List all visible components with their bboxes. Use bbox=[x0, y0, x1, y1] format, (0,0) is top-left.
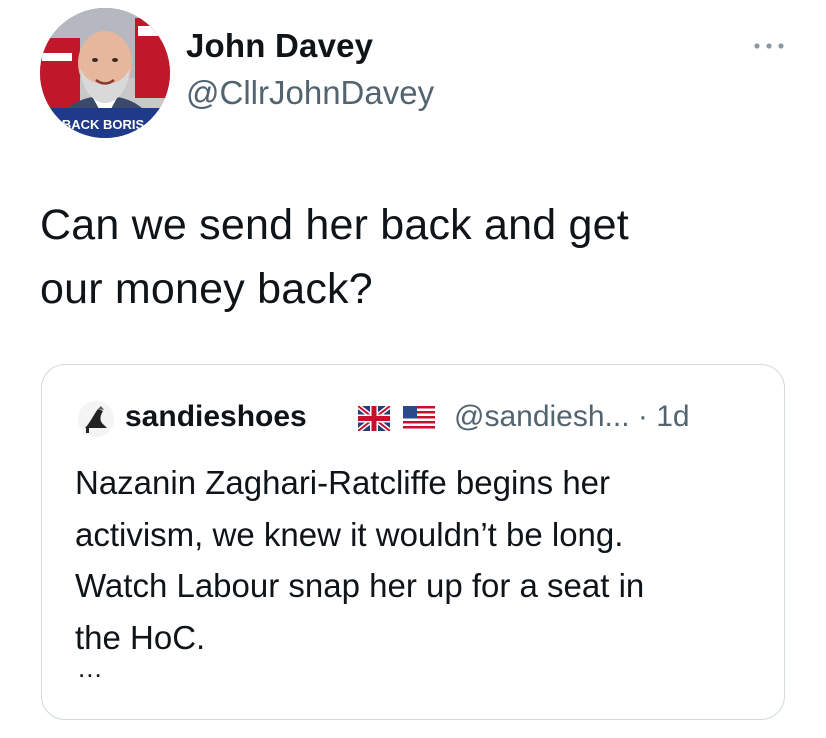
us-flag-icon bbox=[403, 406, 435, 431]
author-display-name[interactable]: John Davey bbox=[186, 27, 373, 65]
author-avatar[interactable]: BACK BORIS bbox=[40, 8, 170, 138]
quoted-tweet-text: Nazanin Zaghari-Ratcliffe begins her act… bbox=[75, 457, 765, 663]
quoted-tweet-text-line-4: the HoC. bbox=[75, 618, 206, 656]
quoted-tweet-card[interactable]: sandieshoes @sandiesh... · 1d Nazanin Za… bbox=[41, 364, 785, 720]
quoted-author-handle-and-time[interactable]: @sandiesh... · 1d bbox=[454, 400, 690, 434]
more-options-icon[interactable] bbox=[751, 38, 787, 54]
tweet-text-line-2: our money back? bbox=[40, 265, 373, 313]
avatar-badge-text: BACK BORIS bbox=[62, 117, 145, 132]
tweet-text-line-1: Can we send her back and get bbox=[40, 201, 629, 249]
quoted-tweet-text-line-3: Watch Labour snap her up for a seat in bbox=[75, 567, 645, 604]
tweet-text: Can we send her back and get our money b… bbox=[40, 193, 780, 321]
author-handle[interactable]: @CllrJohnDavey bbox=[186, 74, 434, 112]
quoted-tweet-text-line-2: activism, we knew it wouldn’t be long. bbox=[75, 515, 624, 553]
quoted-tweet-text-line-1: Nazanin Zaghari-Ratcliffe begins her bbox=[75, 464, 611, 501]
quoted-author-avatar[interactable] bbox=[78, 401, 114, 437]
quoted-tweet-truncation-ellipsis[interactable]: ... bbox=[78, 653, 103, 684]
uk-flag-icon bbox=[356, 404, 392, 433]
quoted-author-name[interactable]: sandieshoes bbox=[125, 400, 307, 434]
